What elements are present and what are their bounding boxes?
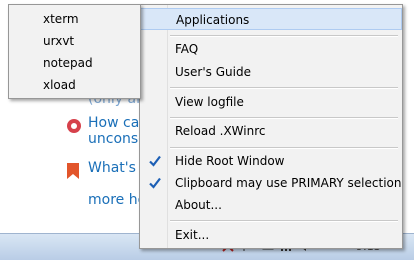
bg-link-how[interactable]: How car	[88, 115, 145, 131]
menu-item-label: Clipboard may use PRIMARY selection	[175, 176, 402, 190]
checkmark-icon	[149, 177, 161, 189]
menu-separator	[170, 147, 398, 149]
submenu-item-label: xterm	[43, 12, 79, 26]
submenu-item-label: notepad	[43, 56, 93, 70]
context-menu: Applications FAQ User's Guide View logfi…	[139, 4, 403, 249]
menu-item-label: User's Guide	[175, 65, 251, 79]
menu-item-label: Hide Root Window	[175, 154, 285, 168]
bg-link-more[interactable]: more ho	[88, 192, 146, 208]
applications-submenu: xterm urxvt notepad xload	[8, 4, 141, 99]
menu-item-label: View logfile	[175, 95, 244, 109]
menu-item-applications[interactable]: Applications	[140, 8, 402, 30]
menu-item-label: Exit...	[175, 228, 210, 242]
submenu-item-xload[interactable]: xload	[9, 74, 140, 96]
bg-link-whats[interactable]: What's t	[88, 160, 146, 176]
menu-item-label: FAQ	[175, 42, 199, 56]
checkmark-icon	[149, 155, 161, 167]
menu-item-about[interactable]: About...	[140, 194, 402, 216]
submenu-item-label: urxvt	[43, 34, 75, 48]
menu-item-faq[interactable]: FAQ	[140, 38, 402, 60]
menu-item-clipboard-primary[interactable]: Clipboard may use PRIMARY selection	[140, 172, 402, 194]
submenu-item-urxvt[interactable]: urxvt	[9, 30, 140, 52]
menu-item-label: Applications	[176, 13, 250, 27]
bookmark-icon	[67, 163, 79, 179]
menu-separator	[170, 117, 398, 119]
menu-item-label: About...	[175, 198, 222, 212]
pinwheel-icon	[67, 119, 81, 133]
menu-item-view-logfile[interactable]: View logfile	[140, 91, 402, 113]
menu-separator	[170, 220, 398, 222]
menu-item-exit[interactable]: Exit...	[140, 224, 402, 246]
menu-item-label: Reload .XWinrc	[175, 124, 266, 138]
menu-item-hide-root-window[interactable]: Hide Root Window	[140, 150, 402, 172]
submenu-item-label: xload	[43, 78, 76, 92]
menu-item-reload-xwinrc[interactable]: Reload .XWinrc	[140, 120, 402, 142]
menu-item-users-guide[interactable]: User's Guide	[140, 61, 402, 83]
menu-separator	[170, 87, 398, 89]
submenu-item-notepad[interactable]: notepad	[9, 52, 140, 74]
submenu-item-xterm[interactable]: xterm	[9, 8, 140, 30]
bg-link-unconso[interactable]: unconso	[88, 131, 147, 147]
menu-separator	[170, 35, 398, 37]
